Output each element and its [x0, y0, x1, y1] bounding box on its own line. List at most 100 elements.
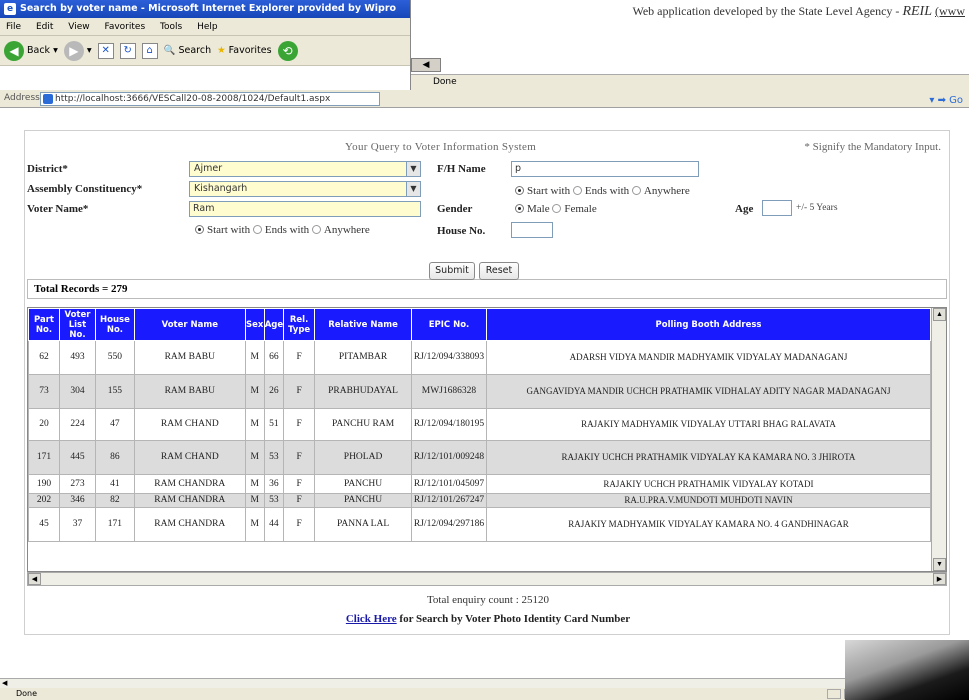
- gender-options: Male Female: [515, 203, 597, 215]
- age-input[interactable]: [762, 200, 792, 216]
- table-cell: M: [244, 374, 265, 409]
- window-titlebar[interactable]: e Search by voter name - Microsoft Inter…: [0, 0, 410, 18]
- go-icon[interactable]: ▾ ➡ Go: [929, 92, 963, 109]
- favorites-button[interactable]: ★ Favorites: [217, 45, 271, 56]
- radio-female[interactable]: [552, 204, 562, 213]
- house-no-label: House No.: [437, 225, 486, 237]
- credit-agency: REIL: [902, 4, 932, 19]
- scroll-down-icon[interactable]: ▼: [933, 558, 946, 571]
- col-header[interactable]: EPIC No.: [411, 308, 487, 341]
- back-scroll-left-icon[interactable]: ◀: [411, 58, 441, 72]
- enquiry-count: Total enquiry count : 25120: [426, 594, 550, 606]
- gender-label: Gender: [437, 203, 473, 215]
- table-cell: 224: [58, 408, 96, 441]
- fh-name-label: F/H Name: [437, 163, 486, 175]
- table-row[interactable]: 45 37 171 RAM CHANDRA M 44 F PANNA LAL RJ/12/094…: [28, 507, 932, 542]
- scroll-up-icon[interactable]: ▲: [933, 308, 946, 321]
- menu-file[interactable]: File: [6, 22, 21, 32]
- table-cell: M: [244, 507, 265, 542]
- table-cell: RJ/12/094/338093: [411, 340, 487, 375]
- table-cell: RAM CHAND: [133, 440, 246, 475]
- scroll-left-icon[interactable]: ◀: [2, 679, 12, 688]
- house-no-input[interactable]: [511, 222, 553, 238]
- fh-name-input[interactable]: p: [511, 161, 699, 177]
- constituency-select[interactable]: Kishangarh ▼: [189, 181, 421, 197]
- table-cell: PITAMBAR: [314, 340, 412, 375]
- district-select[interactable]: Ajmer ▼: [189, 161, 421, 177]
- history-icon[interactable]: ⟲: [277, 40, 298, 61]
- table-cell: 36: [263, 474, 285, 494]
- menu-view[interactable]: View: [68, 22, 89, 32]
- results-table-container: Part No. Voter List No. House No. Voter …: [27, 307, 947, 572]
- table-cell: 493: [58, 340, 96, 375]
- scroll-right-icon[interactable]: ▶: [933, 573, 946, 585]
- credit-link[interactable]: (www: [935, 4, 965, 18]
- table-cell: 66: [263, 340, 285, 375]
- table-cell: 155: [94, 374, 135, 409]
- table-cell: F: [283, 507, 316, 542]
- radio-anywhere[interactable]: [631, 186, 641, 195]
- radio-male[interactable]: [515, 204, 524, 213]
- radio-ends-with[interactable]: [252, 225, 262, 234]
- col-header[interactable]: Sex: [244, 308, 265, 341]
- table-cell: 45: [28, 507, 60, 542]
- background-window: Web application developed by the State L…: [410, 0, 969, 90]
- table-row[interactable]: 190 273 41 RAM CHANDRA M 36 F PANCHU RJ/12/101/0…: [28, 474, 932, 494]
- menu-tools[interactable]: Tools: [160, 22, 182, 32]
- stop-icon[interactable]: ✕: [97, 42, 114, 59]
- table-cell: 44: [263, 507, 285, 542]
- col-header[interactable]: Age: [263, 308, 285, 341]
- table-vertical-scrollbar[interactable]: ▲ ▼: [931, 308, 946, 571]
- col-header[interactable]: Relative Name: [314, 308, 412, 341]
- menu-favorites[interactable]: Favorites: [104, 22, 145, 32]
- table-row[interactable]: 171 445 86 RAM CHAND M 53 F PHOLAD RJ/12/101/009…: [28, 440, 932, 475]
- submit-button[interactable]: Submit: [429, 262, 475, 280]
- radio-anywhere[interactable]: [311, 225, 321, 234]
- table-row[interactable]: 73 304 155 RAM BABU M 26 F PRABHUDAYAL MWJ168632…: [28, 374, 932, 409]
- table-cell: RAJAKIY UCHCH PRATHAMIK VIDYALAY KA KAMA…: [485, 440, 932, 475]
- table-row[interactable]: 20 224 47 RAM CHAND M 51 F PANCHU RAM RJ/12/094/…: [28, 408, 932, 441]
- table-cell: RAM BABU: [133, 340, 246, 375]
- constituency-value: Kishangarh: [194, 183, 248, 194]
- table-horizontal-scrollbar[interactable]: ◀ ▶: [27, 572, 947, 586]
- col-header[interactable]: Polling Booth Address: [485, 308, 932, 341]
- table-row[interactable]: 62 493 550 RAM BABU M 66 F PITAMBAR RJ/12/094/33…: [28, 340, 932, 375]
- radio-ends-with[interactable]: [572, 186, 582, 195]
- col-header[interactable]: Rel. Type: [283, 308, 316, 341]
- table-cell: PHOLAD: [314, 440, 412, 475]
- page-horizontal-scrollbar[interactable]: ◀: [0, 678, 969, 688]
- radio-start-with[interactable]: [195, 225, 204, 234]
- table-cell: 62: [28, 340, 60, 375]
- voter-name-input[interactable]: Ram: [189, 201, 421, 217]
- click-here-link[interactable]: Click Here: [346, 613, 397, 625]
- scroll-left-icon[interactable]: ◀: [28, 573, 41, 585]
- address-input[interactable]: http://localhost:3666/VESCall20-08-2008/…: [40, 92, 380, 106]
- back-button[interactable]: ◀ Back ▾: [4, 40, 58, 61]
- fh-name-match-options: Start with Ends with Anywhere: [515, 185, 690, 197]
- status-text: Done: [16, 689, 38, 698]
- col-header[interactable]: Voter Name: [133, 308, 246, 341]
- reset-button[interactable]: Reset: [479, 262, 519, 280]
- menu-edit[interactable]: Edit: [36, 22, 53, 32]
- table-cell: 26: [263, 374, 285, 409]
- table-row[interactable]: 202 346 82 RAM CHANDRA M 53 F PANCHU RJ/12/101/2…: [28, 493, 932, 508]
- radio-label: Ends with: [264, 224, 310, 236]
- table-cell: RAJAKIY MADHYAMIK VIDYALAY UTTARI BHAG R…: [485, 408, 932, 441]
- col-header[interactable]: House No.: [94, 308, 135, 341]
- radio-start-with[interactable]: [515, 186, 524, 195]
- query-title: Your Query to Voter Information System: [345, 141, 537, 153]
- menu-help[interactable]: Help: [197, 22, 218, 32]
- table-cell: M: [244, 408, 265, 441]
- table-cell: 41: [94, 474, 135, 494]
- home-icon[interactable]: ⌂: [141, 42, 158, 59]
- table-cell: PANCHU: [314, 493, 412, 508]
- forward-button[interactable]: ▶ ▾: [63, 40, 92, 61]
- refresh-icon[interactable]: ↻: [119, 42, 136, 59]
- table-cell: 445: [58, 440, 96, 475]
- age-hint: +/- 5 Years: [796, 203, 838, 213]
- table-cell: 37: [58, 507, 96, 542]
- search-button[interactable]: 🔍 Search: [164, 45, 211, 56]
- col-header[interactable]: Voter List No.: [58, 308, 96, 341]
- col-header[interactable]: Part No.: [28, 308, 60, 341]
- voter-name-match-options: Start with Ends with Anywhere: [195, 224, 370, 236]
